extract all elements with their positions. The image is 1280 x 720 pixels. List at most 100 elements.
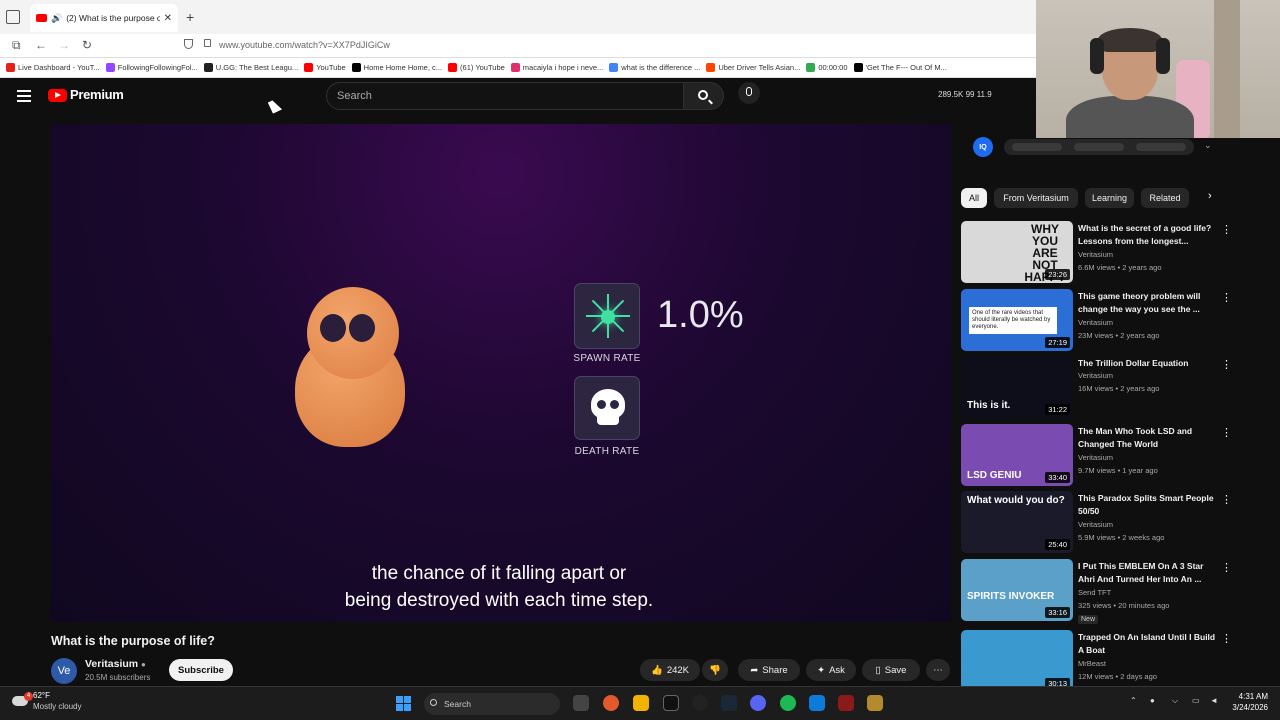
recommendation-title[interactable]: Trapped On An Island Until I Build A Boa… (1078, 631, 1216, 657)
recommendation-item[interactable]: SPIRITS INVOKER 33:16 I Put This EMBLEM On… (961, 559, 1261, 624)
video-thumbnail[interactable]: One of the rare videos that should liter… (961, 289, 1073, 351)
tray-app-icon[interactable]: ● (1150, 696, 1155, 705)
more-actions-button[interactable]: ⋯ (926, 659, 950, 681)
file-explorer-icon[interactable] (633, 695, 649, 711)
channel-name[interactable]: Veritasium ● (85, 658, 146, 670)
bookmark-item[interactable]: Live Dashboard - YouT... (6, 63, 100, 72)
recommendation-channel[interactable]: Veritasium (1078, 250, 1113, 259)
spotify-icon[interactable] (780, 695, 796, 711)
tab-sidebar-icon[interactable] (6, 10, 20, 24)
recommendation-channel[interactable]: Send TFT (1078, 588, 1111, 597)
recommendation-channel[interactable]: Veritasium (1078, 318, 1113, 327)
recommendation-channel[interactable]: Veritasium (1078, 453, 1113, 462)
recommendation-channel-text[interactable]: MrBeast (1078, 659, 1106, 668)
video-player[interactable]: 1.0% SPAWN RATE DEATH RATE the chance of… (51, 124, 951, 622)
recommendation-item[interactable]: This is it. 31:22 The Trillion Dollar Equa… (961, 356, 1261, 420)
back-icon[interactable]: ← (35, 38, 47, 52)
more-vert-icon[interactable]: ⋮ (1221, 632, 1232, 645)
more-vert-icon[interactable]: ⋮ (1221, 561, 1232, 574)
discord-icon[interactable] (750, 695, 766, 711)
forward-icon[interactable]: → (58, 38, 70, 52)
collections-icon[interactable]: ⧉ (12, 38, 21, 53)
reload-icon[interactable]: ↻ (82, 38, 92, 52)
video-thumbnail[interactable]: WHY YOU ARE NOT HAPPY23:26 (961, 221, 1073, 283)
lock-icon[interactable] (204, 39, 211, 47)
share-button[interactable]: ➦ Share (738, 659, 800, 681)
steam-icon[interactable] (721, 695, 737, 711)
windows-start-icon[interactable] (396, 696, 411, 711)
recommendation-channel[interactable]: Veritasium (1078, 520, 1113, 529)
more-vert-icon[interactable]: ⋮ (1221, 493, 1232, 506)
search-input[interactable]: Search (326, 82, 684, 110)
riot-client-icon[interactable] (838, 695, 854, 711)
weather-desc[interactable]: Mostly cloudy (33, 702, 81, 711)
more-vert-icon[interactable]: ⋮ (1221, 223, 1232, 236)
close-tab-icon[interactable]: ✕ (164, 13, 172, 24)
channel-avatar[interactable]: Ve (51, 658, 77, 684)
recommendation-title[interactable]: This game theory problem will change the… (1078, 290, 1216, 316)
recommendation-item[interactable]: WHY YOU ARE NOT HAPPY23:26What is the se… (961, 221, 1261, 285)
premium-logo-text[interactable]: Premium (70, 87, 124, 102)
bookmark-item[interactable]: YouTube (304, 63, 346, 72)
save-button[interactable]: ▯ Save (862, 659, 920, 681)
dislike-button[interactable]: 👎 (702, 659, 728, 681)
bookmark-item[interactable]: (61) YouTube (448, 63, 505, 72)
chip-learning[interactable]: Learning (1085, 188, 1134, 208)
recommendation-channel-text[interactable]: Veritasium (1078, 520, 1113, 529)
volume-icon[interactable]: ◄ (1210, 696, 1218, 705)
chevron-right-icon[interactable]: › (1208, 190, 1212, 202)
obs-icon[interactable] (692, 695, 708, 711)
system-clock[interactable]: 4:31 AM 3/24/2026 (1228, 691, 1268, 713)
bookmark-item[interactable]: U.GG: The Best Leagu... (203, 63, 298, 72)
bookmark-item[interactable]: macaiyla i hope i neve... (510, 63, 603, 72)
weather-temp[interactable]: 62°F (33, 691, 50, 700)
youtube-logo-icon[interactable] (48, 89, 67, 102)
recommendation-channel-text[interactable]: Veritasium (1078, 250, 1113, 259)
ask-button[interactable]: ✦ Ask (806, 659, 856, 681)
speaker-icon[interactable]: 🔊 (51, 13, 62, 24)
more-vert-icon[interactable]: ⋮ (1221, 358, 1232, 371)
search-button[interactable] (684, 82, 724, 110)
chip-related[interactable]: Related (1141, 188, 1189, 208)
url-field[interactable]: www.youtube.com/watch?v=XX7PdJIGiCw (219, 40, 390, 50)
chip-all[interactable]: All (961, 188, 987, 208)
video-thumbnail[interactable]: What would you do? 25:40 (961, 491, 1073, 553)
like-button[interactable]: 👍 242K (640, 659, 700, 681)
firefox-icon[interactable] (603, 695, 619, 711)
recommendation-channel-text[interactable]: Veritasium (1078, 371, 1113, 380)
bookmark-item[interactable]: FollowingFollowingFol... (105, 63, 198, 72)
x-app-icon[interactable] (663, 695, 679, 711)
recommendation-channel-text[interactable]: Send TFT (1078, 588, 1111, 597)
recommendation-channel-text[interactable]: Veritasium (1078, 318, 1113, 327)
recommendation-channel[interactable]: MrBeast (1078, 659, 1106, 668)
weather-icon[interactable]: 4 (10, 691, 33, 711)
recommendation-title[interactable]: This Paradox Splits Smart People 50/50 (1078, 492, 1216, 518)
bookmark-item[interactable]: Uber Driver Tells Asian... (706, 63, 800, 72)
more-vert-icon[interactable]: ⋮ (1221, 291, 1232, 304)
video-thumbnail[interactable]: SPIRITS INVOKER 33:16 (961, 559, 1073, 621)
new-tab-button[interactable]: + (186, 9, 194, 25)
task-view-icon[interactable] (573, 695, 589, 711)
edge-icon[interactable] (809, 695, 825, 711)
recommendation-item[interactable]: 30:13 Trapped On An Island Until I Build … (961, 630, 1261, 694)
browser-tab-active[interactable]: 🔊 (2) What is the purpose of l ✕ (30, 4, 178, 32)
video-thumbnail[interactable]: 30:13 (961, 630, 1073, 692)
voice-search-button[interactable] (738, 82, 760, 104)
network-icon[interactable]: ⌵ (1172, 696, 1178, 706)
channel-name-text[interactable]: Veritasium (85, 658, 138, 670)
more-vert-icon[interactable]: ⋮ (1221, 426, 1232, 439)
bookmark-item[interactable]: Home Home Home, c... (351, 63, 442, 72)
chevron-down-icon[interactable]: ⌄ (1204, 140, 1212, 151)
shield-icon[interactable] (184, 39, 193, 49)
taskbar-search[interactable]: Search (424, 693, 560, 715)
recommendation-item[interactable]: LSD GENIU 33:40 The Man Who Took LSD and C… (961, 424, 1261, 488)
tray-chevron-icon[interactable]: ⌃ (1130, 696, 1137, 705)
recommendation-title[interactable]: The Man Who Took LSD and Changed The Wor… (1078, 425, 1216, 451)
iq-extension-badge[interactable]: IQ (973, 137, 993, 157)
recommendation-title[interactable]: The Trillion Dollar Equation (1078, 357, 1216, 370)
video-thumbnail[interactable]: This is it. 31:22 (961, 356, 1073, 418)
recommendation-channel[interactable]: Veritasium (1078, 371, 1113, 380)
recommendation-item[interactable]: One of the rare videos that should liter… (961, 289, 1261, 353)
recommendation-item[interactable]: What would you do? 25:40 This Paradox Spli… (961, 491, 1261, 555)
recommendation-channel-text[interactable]: Veritasium (1078, 453, 1113, 462)
